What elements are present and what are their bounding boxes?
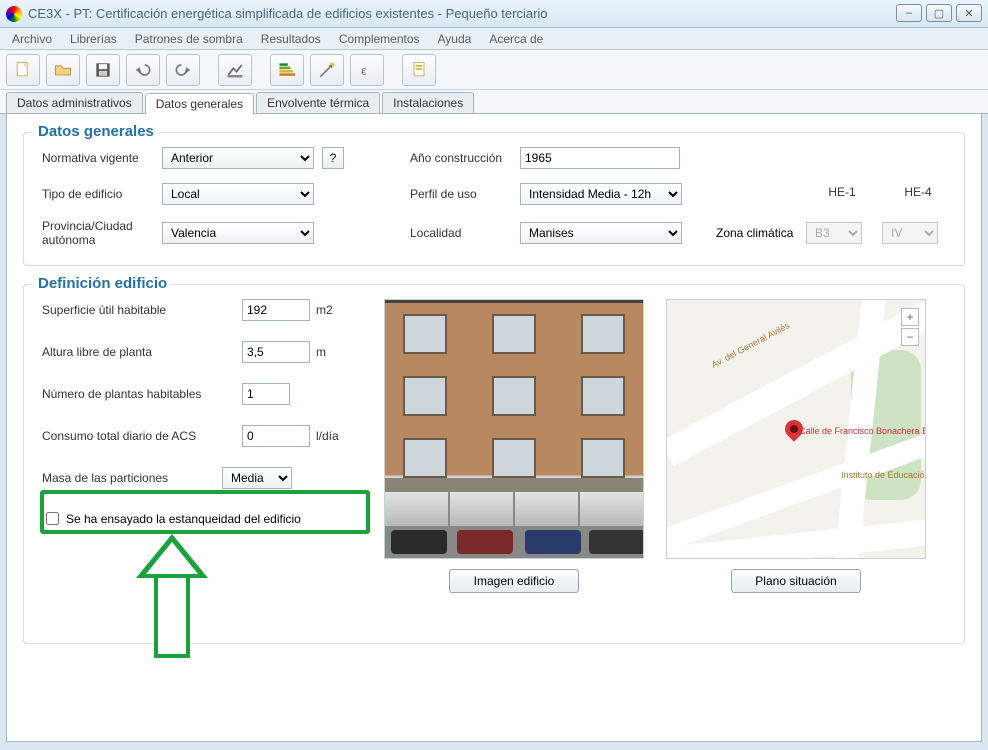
group-definicion-edificio: Definición edificio Superficie útil habi…: [23, 284, 965, 644]
select-he1: B3: [806, 222, 862, 244]
button-imagen-edificio[interactable]: Imagen edificio: [449, 569, 579, 593]
label-masa: Masa de las particiones: [42, 471, 222, 485]
unit-altura: m: [316, 345, 326, 359]
title-bar: CE3X - PT: Certificación energética simp…: [0, 0, 988, 28]
input-plantas[interactable]: [242, 383, 290, 405]
tab-bar: Datos administrativos Datos generales En…: [0, 90, 988, 114]
building-image: [384, 299, 644, 559]
undo-icon[interactable]: [126, 54, 160, 86]
unit-acs: l/día: [316, 429, 339, 443]
label-superficie: Superficie útil habitable: [42, 303, 242, 317]
energy-label-icon[interactable]: [270, 54, 304, 86]
app-icon: [6, 6, 22, 22]
select-provincia[interactable]: Valencia: [162, 222, 314, 244]
menu-librerias[interactable]: Librerías: [62, 30, 125, 48]
label-altura: Altura libre de planta: [42, 345, 242, 359]
new-file-icon[interactable]: [6, 54, 40, 86]
group-datos-generales: Datos generales Normativa vigente Anteri…: [23, 132, 965, 266]
map-zoom-in[interactable]: +: [901, 308, 919, 326]
economic-icon[interactable]: €: [350, 54, 384, 86]
label-plantas: Número de plantas habitables: [42, 387, 242, 401]
menu-ayuda[interactable]: Ayuda: [430, 30, 480, 48]
label-zona-climatica: Zona climática: [716, 226, 806, 240]
select-perfil-uso[interactable]: Intensidad Media - 12h: [520, 183, 682, 205]
select-tipo-edificio[interactable]: Local: [162, 183, 314, 205]
tab-envolvente-termica[interactable]: Envolvente térmica: [256, 92, 380, 113]
save-icon[interactable]: [86, 54, 120, 86]
label-he4-header: HE-4: [890, 185, 946, 199]
redo-icon[interactable]: [166, 54, 200, 86]
input-altura[interactable]: [242, 341, 310, 363]
label-localidad: Localidad: [410, 226, 520, 240]
group-title-definicion: Definición edificio: [34, 275, 171, 292]
tab-datos-generales[interactable]: Datos generales: [145, 93, 254, 114]
label-perfil-uso: Perfil de uso: [410, 187, 520, 201]
help-normativa-button[interactable]: ?: [322, 147, 344, 169]
input-acs[interactable]: [242, 425, 310, 447]
label-acs: Consumo total diario de ACS: [42, 429, 242, 443]
group-title-datos-generales: Datos generales: [34, 123, 158, 140]
report-icon[interactable]: [402, 54, 436, 86]
measures-icon[interactable]: [310, 54, 344, 86]
tab-instalaciones[interactable]: Instalaciones: [382, 92, 474, 113]
map-marker-label: Calle de Francisco Bonachera Esteban, 4: [799, 426, 926, 436]
toolbar: €: [0, 50, 988, 90]
input-superficie[interactable]: [242, 299, 310, 321]
checkbox-estanqueidad[interactable]: [46, 512, 59, 525]
unit-superficie: m2: [316, 303, 333, 317]
maximize-button[interactable]: ▢: [926, 4, 952, 22]
map-street-label-2: Instituto de Educación Secundaria: [841, 470, 926, 480]
select-masa[interactable]: Media: [222, 467, 292, 489]
label-he1-header: HE-1: [814, 185, 870, 199]
select-he4: IV: [882, 222, 938, 244]
button-plano-situacion[interactable]: Plano situación: [731, 569, 861, 593]
menu-resultados[interactable]: Resultados: [253, 30, 329, 48]
minimize-button[interactable]: –: [896, 4, 922, 22]
svg-text:€: €: [361, 67, 367, 78]
menu-archivo[interactable]: Archivo: [4, 30, 60, 48]
window-title: CE3X - PT: Certificación energética simp…: [28, 6, 548, 21]
map-street-label-1: Av. del General Avilés: [710, 320, 792, 370]
menu-bar: Archivo Librerías Patrones de sombra Res…: [0, 28, 988, 50]
select-normativa[interactable]: Anterior: [162, 147, 314, 169]
map-zoom-out[interactable]: −: [901, 328, 919, 346]
label-tipo-edificio: Tipo de edificio: [42, 187, 162, 201]
menu-patrones[interactable]: Patrones de sombra: [127, 30, 251, 48]
label-normativa: Normativa vigente: [42, 151, 162, 165]
content-panel: Datos generales Normativa vigente Anteri…: [6, 114, 982, 742]
menu-complementos[interactable]: Complementos: [331, 30, 428, 48]
open-file-icon[interactable]: [46, 54, 80, 86]
select-localidad[interactable]: Manises: [520, 222, 682, 244]
label-estanqueidad: Se ha ensayado la estanqueidad del edifi…: [66, 512, 301, 526]
map-image: Calle de Francisco Bonachera Esteban, 4 …: [666, 299, 926, 559]
shadow-pattern-icon[interactable]: [218, 54, 252, 86]
label-ano-construccion: Año construcción: [410, 151, 520, 165]
close-button[interactable]: ✕: [956, 4, 982, 22]
label-provincia: Provincia/Ciudad autónoma: [42, 219, 162, 247]
input-ano-construccion[interactable]: [520, 147, 680, 169]
tab-datos-administrativos[interactable]: Datos administrativos: [6, 92, 143, 113]
menu-acerca[interactable]: Acerca de: [481, 30, 551, 48]
